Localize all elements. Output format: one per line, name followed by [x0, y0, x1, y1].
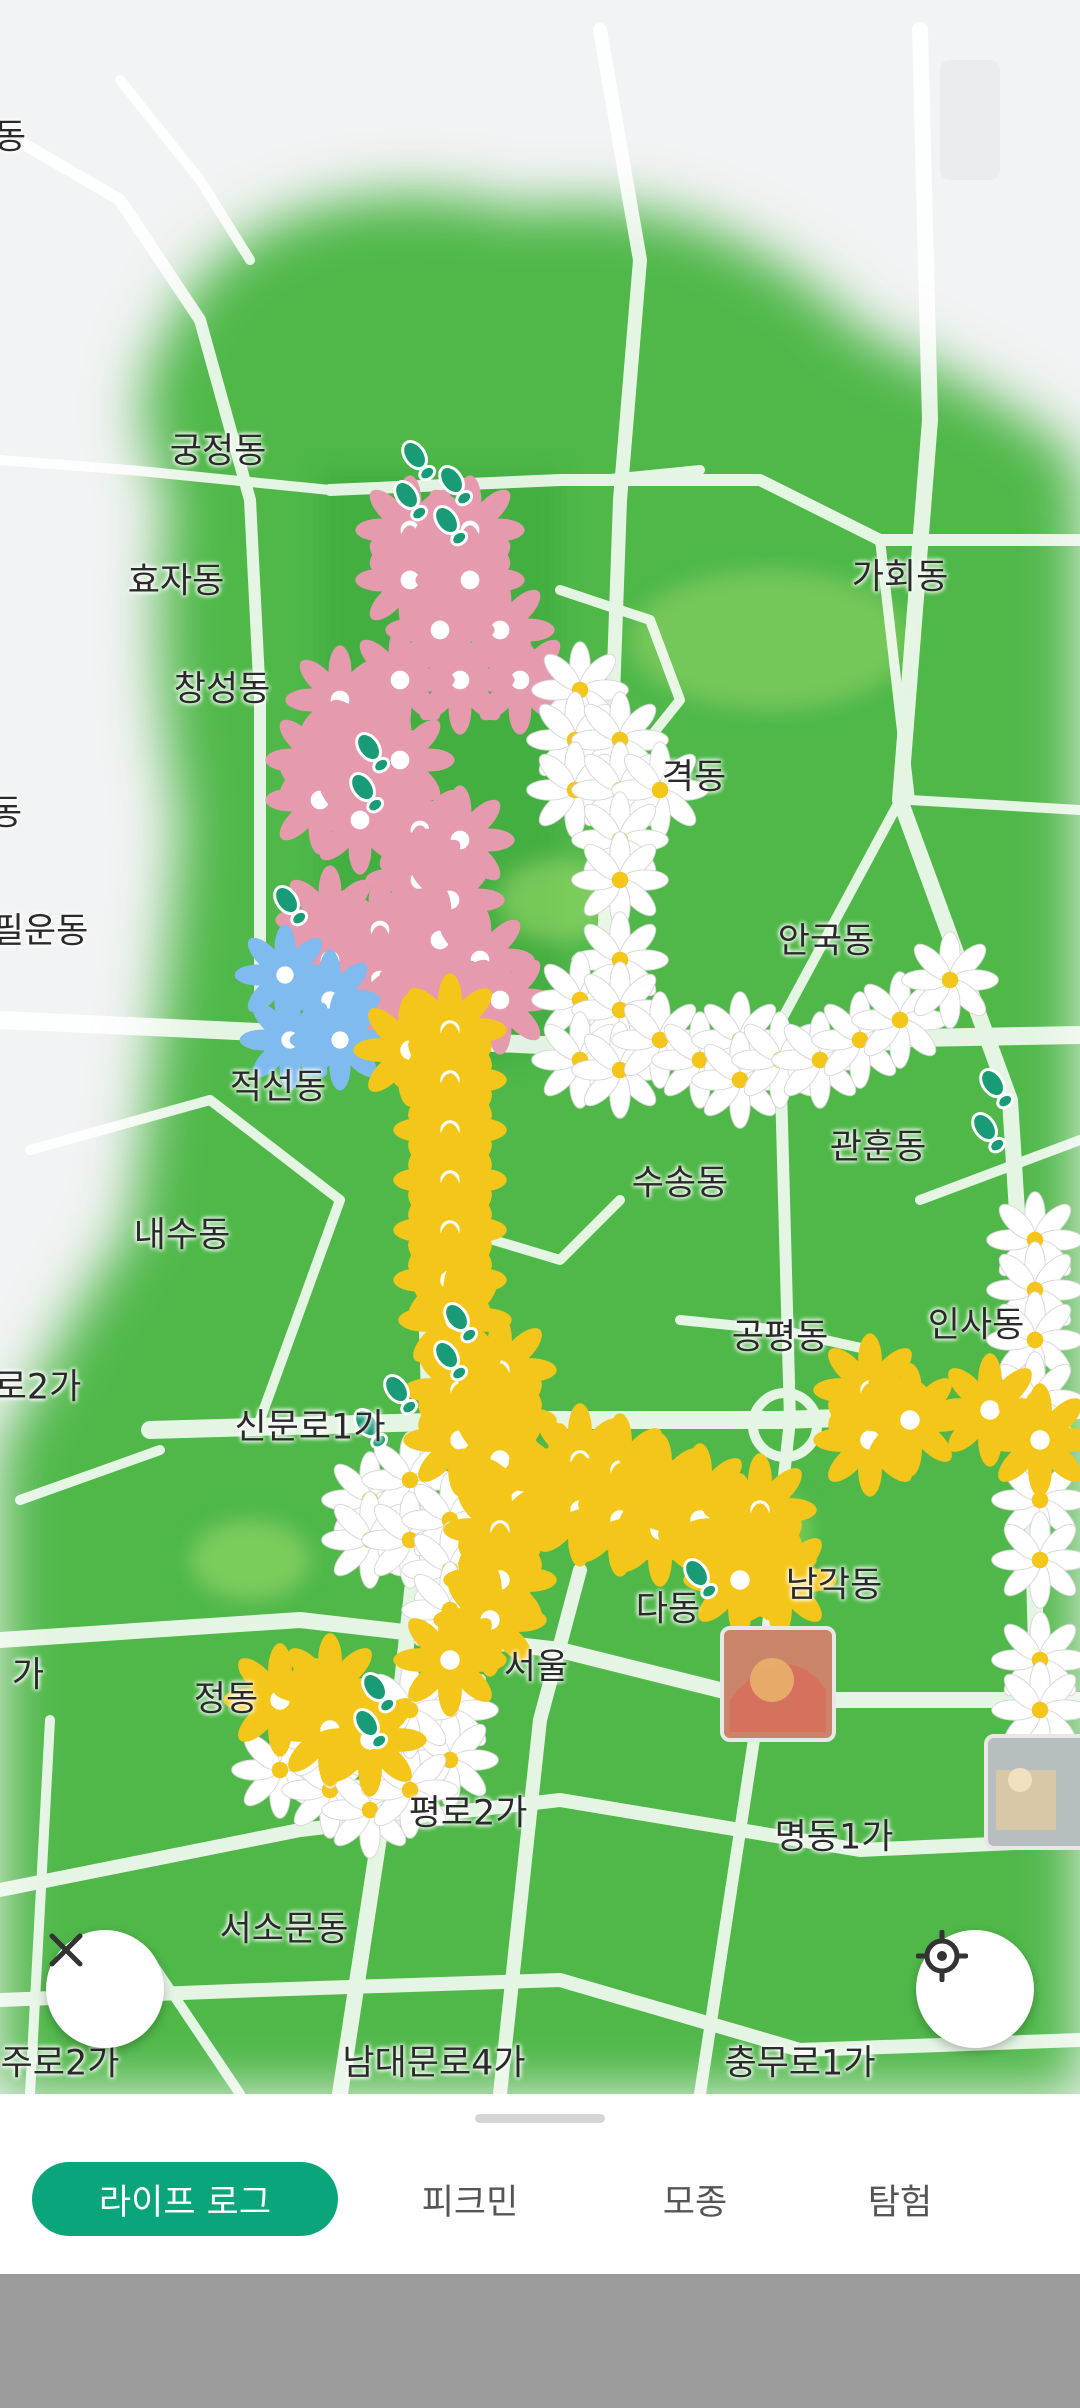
place-label-sogyeok: 격동: [661, 757, 727, 798]
place-label-pilun: 필운동: [0, 911, 89, 952]
flower-icon: [313, 1683, 427, 1797]
place-label-dadong: 다동: [635, 1589, 701, 1630]
place-label-jeokseon: 적선동: [229, 1067, 327, 1108]
place-label-changseong: 창성동: [173, 669, 271, 710]
place-label-gungjeong: 궁정동: [169, 431, 267, 472]
tab-lifelog[interactable]: 라이프 로그: [32, 2162, 338, 2236]
tab-exploration[interactable]: 탐험: [810, 2162, 990, 2236]
postcard-thumbnail[interactable]: [720, 1626, 836, 1742]
place-label-gongpyeong: 공평동: [731, 1317, 829, 1358]
map-view[interactable]: 궁정동 효자동 창성동 필운동 적선동 내수동 신문로1가 로2가 가 정동 평로2가 서소문동 주로2…: [0, 0, 1080, 2094]
place-label-insa: 인사동: [927, 1305, 1025, 1346]
flower-icon: [991, 1511, 1080, 1609]
place-label-taepyeongno: 평로2가: [408, 1793, 528, 1834]
flower-icon: [901, 931, 999, 1029]
place-label-susong: 수송동: [631, 1163, 729, 1204]
place-label-namdaemun: 남대문로4가: [342, 2043, 526, 2084]
place-label-dong_edge2: 동: [0, 793, 23, 834]
close-button[interactable]: [46, 1930, 164, 2048]
place-label-gahoe: 가회동: [851, 557, 949, 598]
flower-icon: [393, 1603, 507, 1717]
place-label-seoul: 서울: [503, 1647, 569, 1688]
place-label-seosomun: 서소문동: [219, 1909, 349, 1950]
map-canvas[interactable]: [0, 0, 1080, 2094]
locate-button[interactable]: [916, 1930, 1034, 2048]
place-label-anguk: 안국동: [777, 921, 875, 962]
place-label-chungmuro: 충무로1가: [724, 2043, 876, 2084]
system-navigation-bar: [0, 2274, 1080, 2408]
tab-seedlings[interactable]: 모종: [605, 2162, 785, 2236]
postcard-thumbnail[interactable]: [984, 1734, 1080, 1850]
place-label-myeongdong: 명동1가: [774, 1817, 894, 1858]
place-label-namgak: 남각동: [785, 1565, 883, 1606]
bottom-sheet[interactable]: 라이프 로그 피크민 모종 탐험: [0, 2094, 1080, 2274]
place-label-hyoja: 효자동: [127, 561, 225, 602]
crosshair-icon: [916, 1930, 968, 1982]
place-label-sinmunno: 신문로1가: [234, 1407, 386, 1448]
place-label-gwanhun: 관훈동: [829, 1127, 927, 1168]
place-label-ro2ga_left: 로2가: [0, 1367, 82, 1408]
place-label-dong_edge: 동: [0, 117, 27, 158]
place-label-naesu: 내수동: [133, 1215, 231, 1256]
close-icon: [49, 1933, 83, 1967]
sheet-drag-handle[interactable]: [475, 2114, 605, 2123]
place-label-jeong: 정동: [193, 1679, 259, 1720]
tab-pikmin[interactable]: 피크민: [380, 2162, 560, 2236]
place-label-ga_left: 가: [11, 1655, 45, 1696]
